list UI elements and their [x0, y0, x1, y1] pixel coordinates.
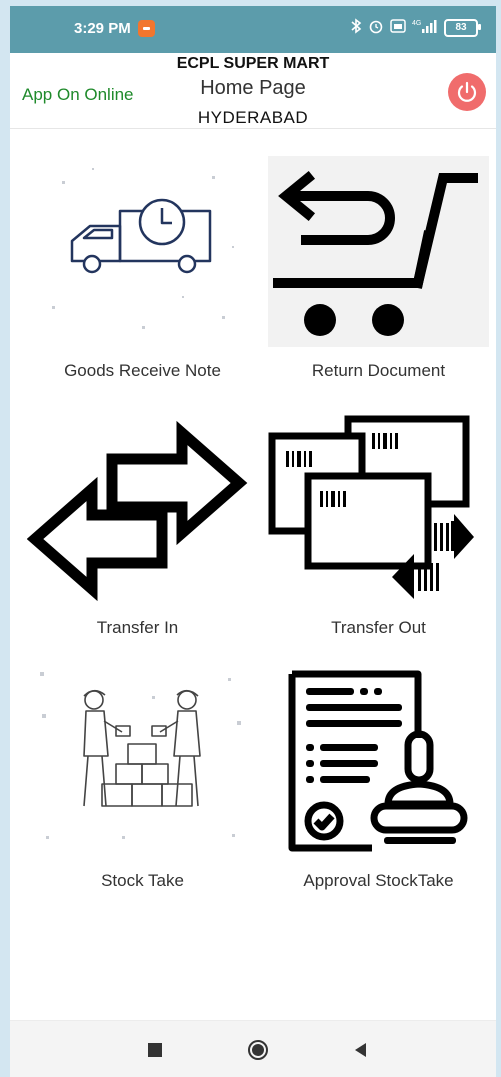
status-bar: 3:29 PM 4G 83 [10, 6, 496, 53]
battery-icon: 83 [444, 18, 481, 37]
app-header: App On Online ECPL SUPER MART Home Page … [10, 53, 496, 129]
goods-receive-note-label: Goods Receive Note [64, 361, 221, 380]
cart-return-icon [268, 156, 489, 347]
transfer-out-tile[interactable]: Transfer Out [268, 411, 489, 638]
notification-app-icon [138, 20, 155, 37]
svg-text:4G: 4G [412, 20, 421, 27]
stock-take-tile[interactable]: Stock Take [32, 666, 253, 891]
store-name: ECPL SUPER MART [176, 55, 330, 72]
alarm-icon [368, 18, 384, 37]
battery-level: 83 [455, 22, 467, 33]
boxes-transfer-icon [268, 411, 489, 602]
square-icon [148, 1043, 162, 1057]
return-document-tile[interactable]: Return Document [268, 156, 489, 381]
logout-power-button[interactable] [448, 73, 486, 111]
delivery-truck-clock-icon [32, 156, 253, 347]
power-icon [457, 81, 477, 102]
transfer-arrows-icon [26, 411, 248, 602]
back-triangle-icon [355, 1043, 366, 1057]
signal-icon: 4G [412, 18, 438, 37]
bluetooth-icon [350, 18, 362, 37]
phone-screen: 3:29 PM 4G 83 App On Online ECPL SUPER M… [10, 6, 496, 1077]
workers-stock-icon [32, 666, 253, 857]
transfer-out-label: Transfer Out [331, 618, 426, 637]
city-name: HYDERABAD [197, 108, 309, 127]
transfer-in-tile[interactable]: Transfer In [26, 411, 248, 638]
system-nav-bar [10, 1020, 496, 1077]
goods-receive-note-tile[interactable]: Goods Receive Note [32, 156, 253, 381]
page-title: Home Page [200, 77, 306, 99]
stock-take-label: Stock Take [101, 871, 184, 890]
circle-home-icon [248, 1040, 268, 1060]
home-button[interactable] [245, 1037, 271, 1063]
approval-stocktake-label: Approval StockTake [303, 871, 454, 890]
status-time: 3:29 PM [74, 20, 131, 37]
volte-icon [390, 18, 406, 37]
approval-stocktake-tile[interactable]: Approval StockTake [268, 666, 489, 891]
transfer-in-label: Transfer In [96, 618, 179, 637]
approval-stamp-icon [268, 666, 489, 857]
recent-apps-button[interactable] [142, 1037, 168, 1063]
back-button[interactable] [348, 1037, 374, 1063]
return-document-label: Return Document [311, 361, 446, 380]
